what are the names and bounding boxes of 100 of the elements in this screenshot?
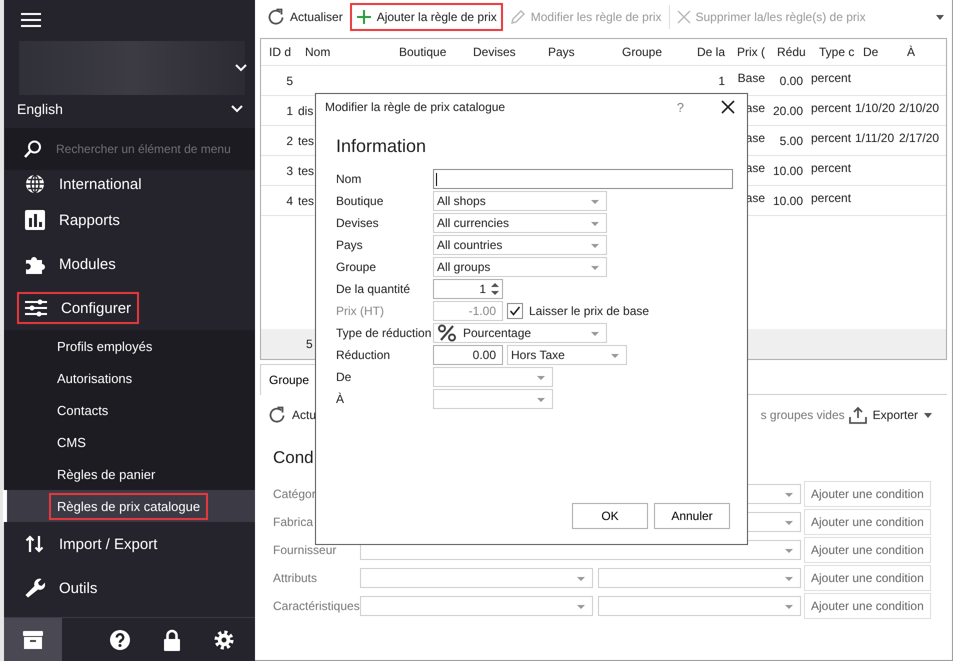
column-header[interactable]: De xyxy=(855,45,899,59)
field-label: Pays xyxy=(336,238,364,252)
caret-icon[interactable] xyxy=(936,14,944,20)
sidebar-item[interactable]: Modules xyxy=(59,256,116,272)
dropdown[interactable]: All currencies xyxy=(433,213,607,233)
table-cell: 20.00 xyxy=(772,104,803,118)
column-header[interactable]: Prix ( xyxy=(729,45,769,59)
sidebar-item[interactable]: Configurer xyxy=(61,300,132,316)
column-header[interactable]: Pays xyxy=(540,45,614,59)
close-icon xyxy=(721,100,735,114)
lock-icon xyxy=(163,628,181,650)
empty-groups-option[interactable]: s groupes vides xyxy=(760,408,845,422)
dropdown[interactable]: Pourcentage xyxy=(433,323,607,343)
sidebar-subitem[interactable]: Autorisations xyxy=(3,362,255,394)
table-cell: 10.00 xyxy=(772,164,803,178)
search-field[interactable]: Rechercher un élément de menu xyxy=(5,128,255,170)
section-title: Cond xyxy=(273,448,315,469)
toolbar-button[interactable]: Ajouter la règle de prix xyxy=(350,3,503,31)
sidebar-item[interactable]: Outils xyxy=(59,580,98,596)
dropdown[interactable]: All groups xyxy=(433,257,607,277)
dropdown[interactable]: All shops xyxy=(433,191,607,211)
sidebar-subitem[interactable]: Règles de panier xyxy=(3,458,255,490)
pencil-icon xyxy=(510,9,526,25)
plus-icon xyxy=(356,9,372,25)
table-cell: 10.00 xyxy=(772,194,803,208)
table-cell: 5 xyxy=(286,74,293,88)
refresh-button[interactable]: Actu xyxy=(268,401,316,429)
archive-icon xyxy=(22,630,44,650)
search-input[interactable]: Rechercher un élément de menu xyxy=(56,142,246,156)
sidebar-item[interactable]: Import / Export xyxy=(59,536,158,552)
add-condition-button[interactable]: Ajouter une condition xyxy=(804,537,931,563)
field-label: Attributs xyxy=(273,571,318,585)
export-button[interactable]: Exporter xyxy=(848,401,932,429)
table-cell: 4 xyxy=(286,194,293,208)
table-cell: percent xyxy=(811,71,851,85)
column-header[interactable]: Devises xyxy=(465,45,540,59)
field-label: À xyxy=(336,392,346,406)
add-condition-button[interactable]: Ajouter une condition xyxy=(804,565,931,591)
check-icon xyxy=(509,305,521,317)
sidebar-item[interactable]: Rapports xyxy=(59,212,120,228)
globe-icon xyxy=(25,174,45,194)
table-cell: 1 xyxy=(286,104,293,118)
table-cell: Base xyxy=(738,71,765,85)
checkbox-label: Laisser le prix de base xyxy=(529,304,650,318)
puzzle-icon xyxy=(25,254,45,274)
number-field: -1.00 xyxy=(433,301,503,321)
field-label: Prix (HT) xyxy=(336,304,385,318)
sidebar-item[interactable]: International xyxy=(59,176,142,192)
field-label: Fournisseur xyxy=(273,543,338,557)
column-header[interactable]: Rédu xyxy=(769,45,811,59)
column-header[interactable]: À xyxy=(899,45,945,59)
toolbar-button[interactable]: Actualiser xyxy=(263,3,347,31)
chevron-down-icon xyxy=(235,64,247,72)
help-button[interactable]: ? xyxy=(676,100,684,114)
close-button[interactable] xyxy=(721,100,735,114)
cancel-button[interactable]: Annuler xyxy=(654,503,730,529)
column-header[interactable]: Nom xyxy=(297,45,391,59)
column-header[interactable]: Groupe xyxy=(614,45,689,59)
field-label: De la quantité xyxy=(336,282,412,296)
percent-icon xyxy=(437,324,457,342)
refresh-icon xyxy=(267,8,285,26)
section-title: Information xyxy=(336,136,428,158)
table-cell: tes xyxy=(298,194,314,208)
chevron-down-icon[interactable] xyxy=(231,105,243,113)
refresh-icon xyxy=(268,406,286,424)
sidebar-subitem[interactable]: Contacts xyxy=(3,394,255,426)
menu-icon[interactable] xyxy=(21,12,41,28)
column-header[interactable]: De la xyxy=(689,45,729,59)
ok-button[interactable]: OK xyxy=(572,503,648,529)
add-condition-button[interactable]: Ajouter une condition xyxy=(804,481,931,507)
add-condition-button[interactable]: Ajouter une condition xyxy=(804,509,931,535)
language-selector[interactable]: English xyxy=(17,101,63,117)
number-field[interactable]: 1 xyxy=(433,279,503,299)
settings-icon xyxy=(214,630,234,650)
table-cell: percent xyxy=(811,191,851,205)
table-cell: percent xyxy=(811,131,851,145)
table-cell: 1 xyxy=(718,74,725,88)
column-header[interactable]: Boutique xyxy=(391,45,465,59)
column-header[interactable]: ID d xyxy=(261,45,297,59)
table-cell: 5.00 xyxy=(780,134,803,148)
spinner-arrows-icon[interactable] xyxy=(491,282,499,296)
search-icon xyxy=(24,140,42,158)
table-cell: 2 xyxy=(286,134,293,148)
table-cell: percent xyxy=(811,101,851,115)
dropdown[interactable]: All countries xyxy=(433,235,607,255)
number-field[interactable]: 0.00 xyxy=(433,345,503,365)
sidebar-subitem[interactable]: CMS xyxy=(3,426,255,458)
sidebar-subitem[interactable]: Règles de prix catalogue xyxy=(3,490,255,522)
column-header[interactable]: Type c xyxy=(811,45,855,59)
sliders-icon xyxy=(25,298,47,318)
field-label: Devises xyxy=(336,216,380,230)
table-cell: percent xyxy=(811,161,851,175)
table-cell: tes xyxy=(298,134,314,148)
sidebar-subitem[interactable]: Profils employés xyxy=(3,330,255,362)
add-condition-button[interactable]: Ajouter une condition xyxy=(804,593,931,619)
text-field[interactable] xyxy=(433,169,733,189)
dropdown[interactable]: Hors Taxe xyxy=(507,345,627,365)
row-count: 5 xyxy=(305,337,313,351)
footer-button[interactable] xyxy=(4,618,62,661)
field-label: Groupe xyxy=(336,260,378,274)
